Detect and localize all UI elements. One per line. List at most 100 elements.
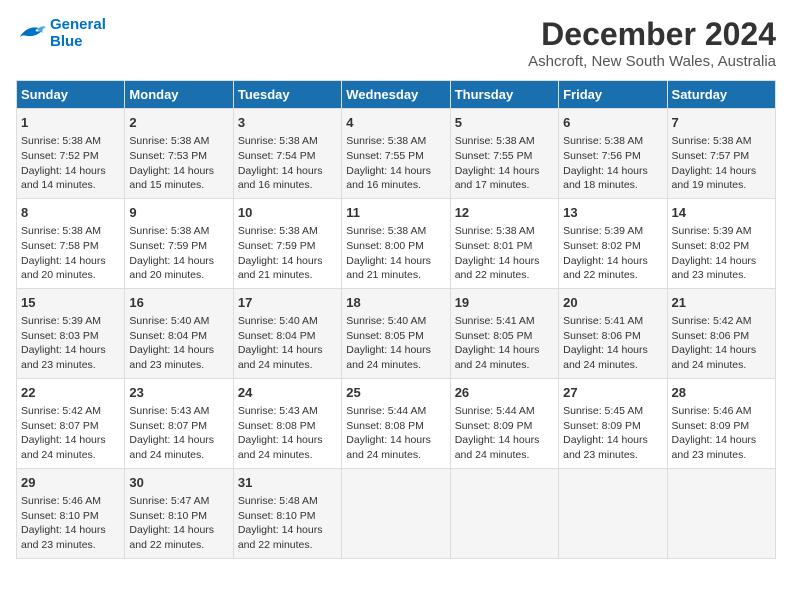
calendar-cell: 11Sunrise: 5:38 AMSunset: 8:00 PMDayligh… <box>342 198 450 288</box>
sunset-text: Sunset: 8:07 PM <box>129 420 207 432</box>
day-number: 11 <box>346 204 445 222</box>
calendar-cell: 21Sunrise: 5:42 AMSunset: 8:06 PMDayligh… <box>667 288 775 378</box>
sunrise-text: Sunrise: 5:45 AM <box>563 405 643 417</box>
calendar-cell: 17Sunrise: 5:40 AMSunset: 8:04 PMDayligh… <box>233 288 341 378</box>
calendar-cell: 22Sunrise: 5:42 AMSunset: 8:07 PMDayligh… <box>17 378 125 468</box>
daylight-text: Daylight: 14 hours and 20 minutes. <box>21 255 106 282</box>
calendar-cell: 12Sunrise: 5:38 AMSunset: 8:01 PMDayligh… <box>450 198 558 288</box>
calendar-week-row: 15Sunrise: 5:39 AMSunset: 8:03 PMDayligh… <box>17 288 776 378</box>
calendar-cell <box>450 468 558 558</box>
calendar-cell: 20Sunrise: 5:41 AMSunset: 8:06 PMDayligh… <box>559 288 667 378</box>
sunrise-text: Sunrise: 5:40 AM <box>238 315 318 327</box>
calendar-cell: 15Sunrise: 5:39 AMSunset: 8:03 PMDayligh… <box>17 288 125 378</box>
day-number: 2 <box>129 114 228 132</box>
day-number: 16 <box>129 294 228 312</box>
sunset-text: Sunset: 8:07 PM <box>21 420 99 432</box>
sunset-text: Sunset: 7:59 PM <box>238 240 316 252</box>
daylight-text: Daylight: 14 hours and 24 minutes. <box>346 434 431 461</box>
sunrise-text: Sunrise: 5:40 AM <box>346 315 426 327</box>
day-number: 21 <box>672 294 771 312</box>
day-number: 19 <box>455 294 554 312</box>
day-number: 30 <box>129 474 228 492</box>
col-wednesday: Wednesday <box>342 81 450 109</box>
title-section: December 2024 Ashcroft, New South Wales,… <box>528 16 776 70</box>
sunset-text: Sunset: 7:55 PM <box>455 150 533 162</box>
calendar-cell: 14Sunrise: 5:39 AMSunset: 8:02 PMDayligh… <box>667 198 775 288</box>
daylight-text: Daylight: 14 hours and 24 minutes. <box>129 434 214 461</box>
sunrise-text: Sunrise: 5:44 AM <box>346 405 426 417</box>
sunrise-text: Sunrise: 5:38 AM <box>238 135 318 147</box>
header-row: Sunday Monday Tuesday Wednesday Thursday… <box>17 81 776 109</box>
calendar-cell: 3Sunrise: 5:38 AMSunset: 7:54 PMDaylight… <box>233 109 341 199</box>
day-number: 7 <box>672 114 771 132</box>
daylight-text: Daylight: 14 hours and 19 minutes. <box>672 165 757 192</box>
sunrise-text: Sunrise: 5:38 AM <box>238 225 318 237</box>
col-friday: Friday <box>559 81 667 109</box>
daylight-text: Daylight: 14 hours and 24 minutes. <box>238 434 323 461</box>
sunset-text: Sunset: 8:08 PM <box>238 420 316 432</box>
sunset-text: Sunset: 8:05 PM <box>455 330 533 342</box>
sunrise-text: Sunrise: 5:38 AM <box>129 135 209 147</box>
calendar-cell: 23 Sunrise: 5:43 AM Sunset: 8:07 PM Dayligh… <box>125 378 233 468</box>
daylight-text: Daylight: 14 hours and 16 minutes. <box>346 165 431 192</box>
sunset-text: Sunset: 8:10 PM <box>21 510 99 522</box>
day-number: 15 <box>21 294 120 312</box>
sunset-text: Sunset: 8:01 PM <box>455 240 533 252</box>
day-number: 17 <box>238 294 337 312</box>
daylight-text: Daylight: 14 hours and 23 minutes. <box>672 255 757 282</box>
sunrise-text: Sunrise: 5:39 AM <box>672 225 752 237</box>
calendar-cell: 24Sunrise: 5:43 AMSunset: 8:08 PMDayligh… <box>233 378 341 468</box>
calendar-cell: 31Sunrise: 5:48 AMSunset: 8:10 PMDayligh… <box>233 468 341 558</box>
sunset-text: Sunset: 8:09 PM <box>672 420 750 432</box>
daylight-text: Daylight: 14 hours and 22 minutes. <box>129 524 214 551</box>
day-number: 13 <box>563 204 662 222</box>
calendar-cell: 8Sunrise: 5:38 AMSunset: 7:58 PMDaylight… <box>17 198 125 288</box>
daylight-text: Daylight: 14 hours and 23 minutes. <box>21 524 106 551</box>
day-number: 3 <box>238 114 337 132</box>
sunset-text: Sunset: 8:06 PM <box>563 330 641 342</box>
sunrise-text: Sunrise: 5:38 AM <box>346 225 426 237</box>
daylight-text: Daylight: 14 hours and 22 minutes. <box>455 255 540 282</box>
day-number: 28 <box>672 384 771 402</box>
sunset-text: Sunset: 7:55 PM <box>346 150 424 162</box>
sunrise-text: Sunrise: 5:41 AM <box>563 315 643 327</box>
calendar-cell: 16Sunrise: 5:40 AMSunset: 8:04 PMDayligh… <box>125 288 233 378</box>
daylight-text: Daylight: 14 hours and 20 minutes. <box>129 255 214 282</box>
sunset-text: Sunset: 7:56 PM <box>563 150 641 162</box>
day-number: 5 <box>455 114 554 132</box>
day-number: 23 <box>129 384 228 402</box>
daylight-text: Daylight: 14 hours and 23 minutes. <box>129 344 214 371</box>
col-sunday: Sunday <box>17 81 125 109</box>
calendar-cell <box>667 468 775 558</box>
sunset-text: Sunset: 7:54 PM <box>238 150 316 162</box>
calendar-cell: 6Sunrise: 5:38 AMSunset: 7:56 PMDaylight… <box>559 109 667 199</box>
sunset-text: Sunset: 7:52 PM <box>21 150 99 162</box>
sunrise-text: Sunrise: 5:39 AM <box>563 225 643 237</box>
col-saturday: Saturday <box>667 81 775 109</box>
sunrise-text: Sunrise: 5:43 AM <box>129 405 209 417</box>
sunset-text: Sunset: 8:10 PM <box>129 510 207 522</box>
calendar-cell: 29Sunrise: 5:46 AMSunset: 8:10 PMDayligh… <box>17 468 125 558</box>
logo-bird-icon <box>16 21 46 45</box>
col-monday: Monday <box>125 81 233 109</box>
sunset-text: Sunset: 8:10 PM <box>238 510 316 522</box>
sunset-text: Sunset: 8:02 PM <box>672 240 750 252</box>
sunrise-text: Sunrise: 5:38 AM <box>346 135 426 147</box>
daylight-text: Daylight: 14 hours and 23 minutes. <box>21 344 106 371</box>
sunrise-text: Sunrise: 5:38 AM <box>21 225 101 237</box>
daylight-text: Daylight: 14 hours and 23 minutes. <box>563 434 648 461</box>
sunrise-text: Sunrise: 5:47 AM <box>129 495 209 507</box>
day-number: 6 <box>563 114 662 132</box>
sunset-text: Sunset: 8:02 PM <box>563 240 641 252</box>
sunrise-text: Sunrise: 5:39 AM <box>21 315 101 327</box>
sunset-text: Sunset: 8:08 PM <box>346 420 424 432</box>
daylight-text: Daylight: 14 hours and 24 minutes. <box>238 344 323 371</box>
sunset-text: Sunset: 7:53 PM <box>129 150 207 162</box>
day-number: 18 <box>346 294 445 312</box>
daylight-text: Daylight: 14 hours and 24 minutes. <box>455 344 540 371</box>
day-number: 10 <box>238 204 337 222</box>
sunrise-text: Sunrise: 5:46 AM <box>21 495 101 507</box>
col-tuesday: Tuesday <box>233 81 341 109</box>
calendar-cell: 13Sunrise: 5:39 AMSunset: 8:02 PMDayligh… <box>559 198 667 288</box>
day-number: 12 <box>455 204 554 222</box>
